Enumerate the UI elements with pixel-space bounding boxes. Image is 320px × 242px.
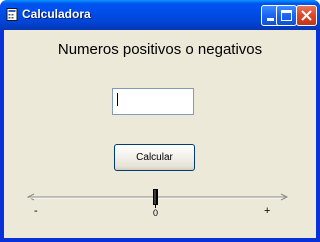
slider-center-label: 0 [153,208,159,218]
slider-thumb[interactable] [153,189,158,205]
app-window: Calculadora Numeros positivos o negativo… [0,0,320,242]
close-button[interactable] [296,5,317,26]
close-icon [301,10,312,21]
maximize-button[interactable] [276,5,297,26]
maximize-icon [281,10,292,21]
calculate-button[interactable]: Calcular [114,144,195,171]
text-caret [117,93,118,106]
app-icon [6,8,18,21]
slider-max-label: + [264,205,271,217]
number-input[interactable] [112,88,194,115]
window-title: Calculadora [22,7,91,21]
client-area: Numeros positivos o negativos Calcular -… [4,30,316,238]
page-title: Numeros positivos o negativos [57,41,263,58]
slider-min-label: - [34,205,38,217]
title-bar[interactable]: Calculadora [0,0,320,30]
